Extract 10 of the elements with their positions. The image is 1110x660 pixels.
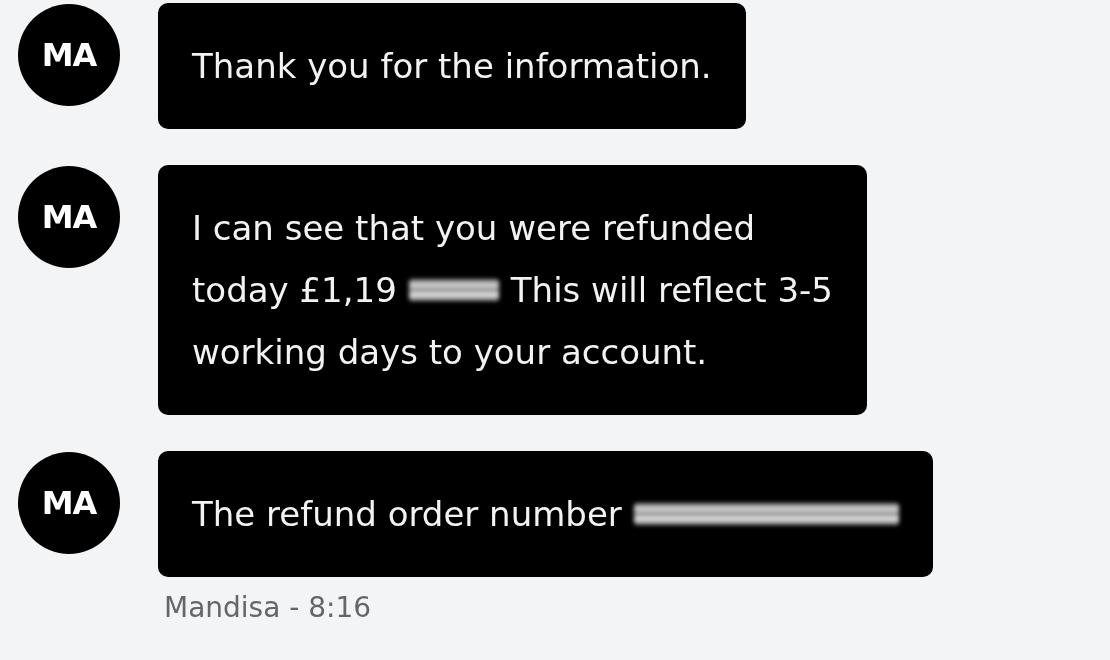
message-text: I can see that you were refunded bbox=[192, 207, 756, 250]
message-text: The refund order number bbox=[192, 493, 622, 536]
sender-time: Mandisa - 8:16 bbox=[164, 591, 373, 624]
avatar: MA bbox=[18, 166, 120, 268]
message-text: working days to your account. bbox=[192, 331, 708, 374]
message-text: Thank you for the information. bbox=[192, 45, 712, 88]
avatar: MA bbox=[18, 4, 120, 106]
message-text: This will reflect 3-5 bbox=[510, 269, 833, 312]
avatar: MA bbox=[18, 452, 120, 554]
message-text: today £1,19 bbox=[192, 269, 397, 312]
